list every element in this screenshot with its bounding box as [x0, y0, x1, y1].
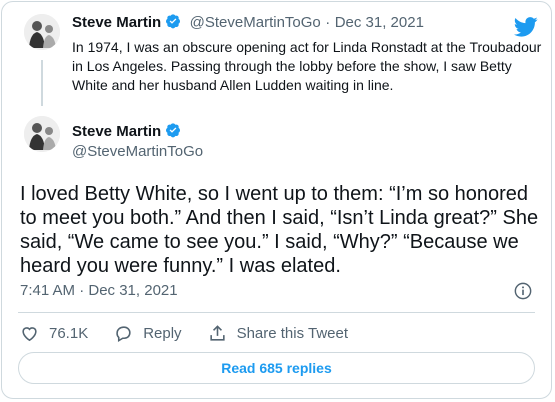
- info-icon[interactable]: [514, 282, 532, 300]
- verified-badge-icon: [166, 14, 181, 29]
- reply-icon: [116, 325, 131, 342]
- reply-button[interactable]: Reply: [114, 324, 182, 343]
- divider: [18, 312, 535, 313]
- like-count: 76.1K: [49, 324, 89, 342]
- like-button[interactable]: 76.1K: [20, 324, 88, 343]
- display-name[interactable]: Steve Martin: [72, 14, 161, 31]
- tweet-actions: 76.1K Reply Share this Tweet: [20, 322, 374, 344]
- separator: ·: [325, 14, 331, 31]
- handle[interactable]: @SteveMartinToGo: [190, 14, 321, 31]
- share-icon: [209, 324, 225, 341]
- tweet-timestamp[interactable]: 7:41 AM · Dec 31, 2021: [20, 282, 178, 299]
- reply-tweet-text: In 1974, I was an obscure opening act fo…: [72, 39, 542, 93]
- share-label: Share this Tweet: [236, 324, 349, 342]
- display-name[interactable]: Steve Martin: [72, 123, 161, 140]
- avatar[interactable]: [24, 14, 60, 50]
- read-replies-button[interactable]: Read 685 replies: [18, 352, 535, 384]
- reply-tweet-header: Steve Martin @SteveMartinToGo · Dec 31, …: [72, 13, 424, 32]
- handle[interactable]: @SteveMartinToGo: [72, 143, 203, 160]
- embedded-tweet-card: Steve Martin @SteveMartinToGo · Dec 31, …: [1, 1, 552, 399]
- reply-label: Reply: [143, 324, 182, 342]
- verified-badge-icon: [166, 123, 181, 138]
- twitter-bird-icon[interactable]: [514, 17, 538, 37]
- main-tweet-text: I loved Betty White, so I went up to the…: [20, 183, 539, 277]
- main-tweet-author: Steve Martin: [72, 122, 181, 141]
- thread-connector: [41, 60, 43, 106]
- tweet-date[interactable]: Dec 31, 2021: [335, 14, 424, 31]
- avatar[interactable]: [24, 116, 60, 152]
- heart-icon: [22, 326, 37, 341]
- share-button[interactable]: Share this Tweet: [208, 324, 348, 343]
